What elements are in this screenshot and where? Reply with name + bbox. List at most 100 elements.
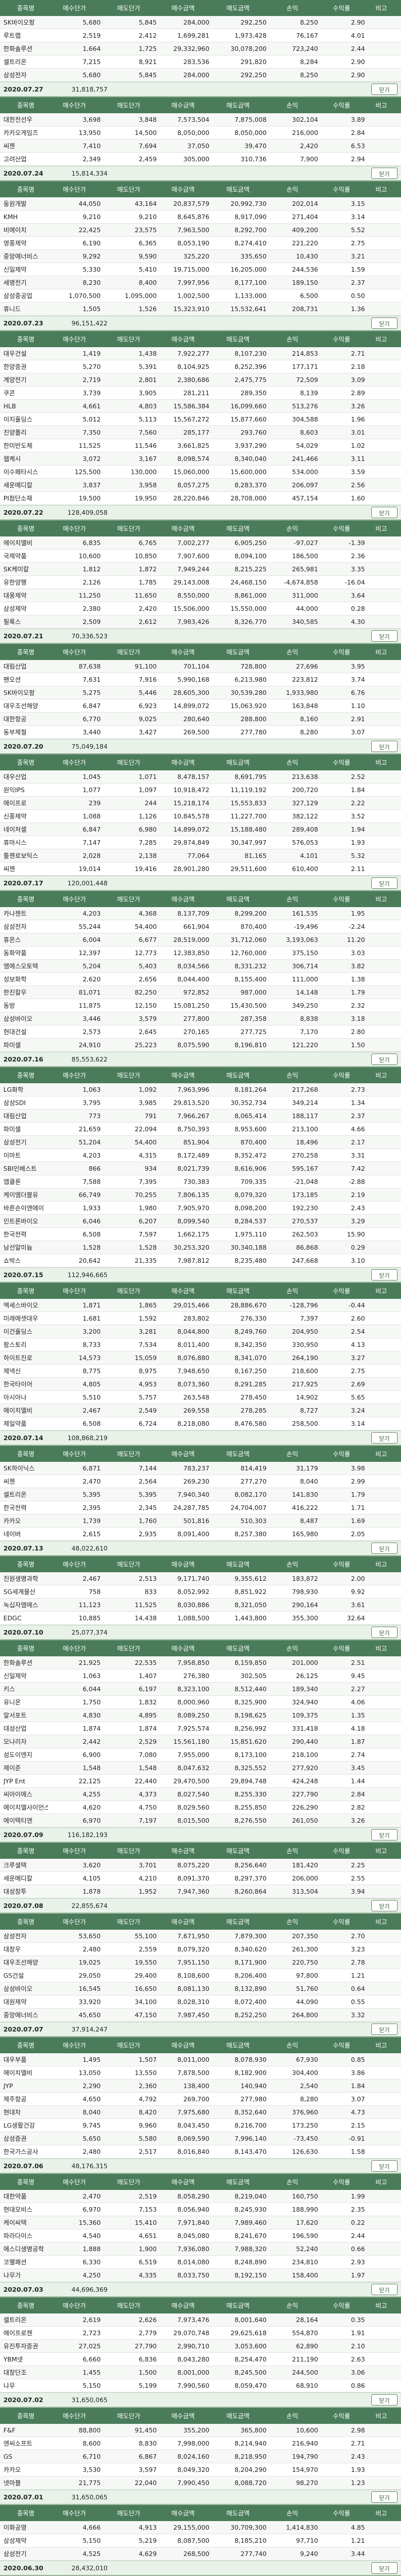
trade-row[interactable]: 고려산업 2,349 2,459 305,000 310,736 7,900 2.94 [0,153,401,166]
trade-row[interactable]: 현대모비스 6,970 7,153 8,056,940 8,245,930 188,990… [0,2203,401,2216]
collapse-button[interactable]: 닫기 [371,2562,398,2574]
trade-row[interactable]: 신풍제약 1,088 1,126 10,845,578 11,227,700 382,12… [0,810,401,823]
collapse-button[interactable]: 닫기 [371,2160,398,2172]
trade-row[interactable]: 쿠콘 3,739 3,905 281,211 289,350 8,139 2.89 [0,387,401,400]
trade-row[interactable]: 녹십자엠에스 11,123 11,525 8,030,886 8,321,050 290,… [0,1599,401,1612]
trade-row[interactable]: 에이치엘비 13,050 13,550 7,878,500 8,182,900 304,4… [0,2066,401,2080]
trade-row[interactable]: 유한양행 2,126 1,785 29,143,008 24,468,150 -4,674… [0,576,401,589]
trade-row[interactable]: EDGC 10,885 14,438 1,088,500 1,443,800 355,30… [0,1612,401,1625]
trade-row[interactable]: 모나리자 2,442 2,529 15,561,180 15,851,620 290,44… [0,1735,401,1748]
collapse-button[interactable]: 닫기 [371,877,398,889]
trade-row[interactable]: 대웅제약 11,250 11,650 8,550,000 8,861,000 311,00… [0,589,401,602]
trade-row[interactable]: 이건홀딩스 3,200 3,281 8,044,800 8,249,760 204,950… [0,1325,401,1338]
trade-row[interactable]: 셀트리온 2,619 2,626 7,973,476 8,001,640 28,164 0.… [0,2313,401,2327]
trade-row[interactable]: 삼성중공업 1,070,500 1,095,000 1,002,500 1,133,00… [0,289,401,303]
trade-row[interactable]: 삼성전자 53,650 55,100 7,671,950 7,879,300 207,35… [0,1930,401,1943]
trade-row[interactable]: 중앙에너비스 9,292 9,590 325,220 335,650 10,430 3.21 [0,250,401,263]
collapse-button[interactable]: 닫기 [371,2024,398,2035]
trade-row[interactable]: JYP Ent 22,125 22,440 29,470,500 29,894,748 4… [0,1775,401,1788]
collapse-button[interactable]: 닫기 [371,1432,398,1444]
trade-row[interactable]: 삼성전자 55,244 54,400 661,904 870,400 -19,496 -2.… [0,920,401,933]
trade-row[interactable]: 대우건설 1,419 1,438 7,922,277 8,107,230 214,853 2… [0,347,401,360]
trade-row[interactable]: HLB 4,661 4,803 15,586,384 16,099,660 513,276… [0,400,401,413]
trade-row[interactable]: 삼성제약 2,380 2,420 15,506,000 15,550,000 44,000… [0,602,401,615]
trade-row[interactable]: 파미셀 21,659 22,094 8,750,393 8,953,600 213,100… [0,1123,401,1136]
collapse-button[interactable]: 닫기 [371,507,398,518]
trade-row[interactable]: 에이텍티앤 6,970 7,197 8,015,500 8,276,550 261,050… [0,1814,401,1827]
trade-row[interactable]: 대우조선해양 6,847 6,923 14,899,072 15,063,920 163,… [0,699,401,713]
trade-row[interactable]: GS건설 29,050 29,400 8,108,600 8,206,400 97,800… [0,1969,401,1982]
trade-row[interactable]: 중앙에너비스 45,650 47,150 7,987,450 8,252,250 264,… [0,2009,401,2022]
trade-row[interactable]: 비에이치 22,425 23,575 7,963,500 8,292,700 409,20… [0,224,401,237]
trade-row[interactable]: 삼성증권 5,650 5,580 8,069,590 7,996,140 -73,450 -… [0,2132,401,2145]
trade-row[interactable]: GS 6,710 6,867 8,024,160 8,218,950 194,790 2.4… [0,2450,401,2463]
trade-row[interactable]: 에이치엘사이언스 4,620 4,750 8,029,560 8,255,850 226,… [0,1801,401,1814]
collapse-button[interactable]: 닫기 [371,2491,398,2503]
trade-row[interactable]: YBM넷 6,660 6,836 8,043,280 8,254,470 211,190 2… [0,2353,401,2366]
trade-row[interactable]: 남선알미늄 1,528 1,528 30,253,320 30,340,188 86,86… [0,1241,401,1254]
trade-row[interactable]: 에이프로 239 244 15,218,174 15,553,833 327,129 2.2… [0,797,401,810]
trade-row[interactable]: 에이치엘비 6,835 6,765 7,002,277 6,905,250 -97,027… [0,536,401,550]
trade-row[interactable]: 크루셜텍 3,620 3,701 8,075,220 8,256,640 181,420 2… [0,1859,401,1872]
trade-row[interactable]: 카카오 1,739 1,760 501,816 510,303 8,487 1.69 [0,1514,401,1528]
trade-row[interactable]: 한화솔루션 1,664 1,725 29,332,960 30,078,200 723,2… [0,42,401,55]
trade-row[interactable]: 유니온 1,750 1,832 8,000,960 8,325,900 324,940 4.… [0,1696,401,1709]
collapse-button[interactable]: 닫기 [371,1543,398,1554]
trade-row[interactable]: LG생활건강 9,745 9,960 8,043,450 8,216,700 173,25… [0,2119,401,2132]
trade-row[interactable]: 동부제철 3,440 3,427 269,500 277,780 8,280 3.07 [0,726,401,739]
trade-row[interactable]: 엔씨소프트 8,600 8,830 7,998,000 8,214,940 216,940… [0,2437,401,2450]
trade-row[interactable]: 대원제약 33,920 34,100 8,028,310 8,072,400 44,090… [0,1995,401,2009]
trade-row[interactable]: 코웰패션 6,330 6,519 8,014,080 8,248,890 234,810 2… [0,2256,401,2269]
trade-row[interactable]: 셀트리온 7,215 8,921 283,536 291,820 8,284 2.90 [0,55,401,69]
trade-row[interactable]: 유진투자증권 27,025 27,790 2,990,710 3,053,600 62,8… [0,2340,401,2353]
trade-row[interactable]: 현대건설 2,573 2,645 270,165 277,725 7,170 2.80 [0,1025,401,1039]
trade-row[interactable]: SG세계물산 758 833 8,052,992 8,851,922 798,930 9.9… [0,1585,401,1599]
trade-row[interactable]: 미래에셋대우 1,681 1,592 283,802 276,330 7,397 2.60 [0,1312,401,1325]
trade-row[interactable]: 에이치엘비 2,467 2,549 269,558 278,285 8,727 3.24 [0,1404,401,1417]
trade-row[interactable]: 삼성전기 51,204 54,400 851,904 870,400 18,496 2.17 [0,1136,401,1149]
trade-row[interactable]: 세운메디칼 4,105 4,210 8,091,370 8,297,370 206,000… [0,1872,401,1885]
trade-row[interactable]: 알서포트 4,830 4,895 8,089,250 8,198,625 109,375 1… [0,1709,401,1722]
collapse-button[interactable]: 닫기 [371,1269,398,1281]
trade-row[interactable]: 한양증권 5,270 5,391 8,104,925 8,252,396 177,171 2… [0,360,401,373]
trade-row[interactable]: 이수페타시스 125,500 130,000 15,060,000 15,600,000… [0,466,401,479]
trade-row[interactable]: 신일제약 5,330 5,410 19,715,000 16,205,000 244,53… [0,263,401,276]
trade-row[interactable]: SK바이오팜 5,680 5,845 284,000 292,250 8,250 2.90 [0,16,401,29]
trade-row[interactable]: 카카오게임즈 13,950 14,500 8,050,000 8,050,000 216,… [0,126,401,140]
collapse-button[interactable]: 닫기 [371,630,398,642]
trade-row[interactable]: 현대차 8,040 8,420 7,975,680 8,352,640 376,960 4.… [0,2106,401,2119]
trade-row[interactable]: 카카오 3,530 3,597 8,049,320 8,204,290 154,970 1.… [0,2463,401,2476]
trade-row[interactable]: JYP 2,290 2,360 138,400 140,940 2,540 1.84 [0,2080,401,2093]
trade-row[interactable]: 계양전기 2,719 2,801 2,380,686 2,475,775 72,509 3.… [0,373,401,387]
trade-row[interactable]: 에이프로젠 2,723 2,779 29,070,748 29,625,618 554,8… [0,2327,401,2340]
trade-row[interactable]: 바른손이앤에이 1,933 1,980 7,905,970 8,098,200 192,2… [0,1202,401,1215]
trade-row[interactable]: 대우산업 1,045 1,071 8,478,157 8,691,795 213,638 2… [0,770,401,784]
trade-row[interactable]: 대한약품 2,470 2,519 8,058,290 8,219,040 160,750 1… [0,2190,401,2203]
trade-row[interactable]: 쇼박스 20,642 21,335 7,987,812 8,235,480 247,668… [0,1254,401,1267]
trade-row[interactable]: 에스디생명공학 1,888 1,900 7,936,080 7,988,320 52,24… [0,2243,401,2256]
trade-row[interactable]: 국제약품 10,600 10,850 7,907,600 8,094,100 186,50… [0,550,401,563]
trade-row[interactable]: 영풍제약 6,190 6,365 8,053,190 8,274,410 221,220 2… [0,237,401,250]
trade-row[interactable]: 삼성바이오 16,545 16,650 8,081,130 8,132,890 51,76… [0,1982,401,1995]
collapse-button[interactable]: 닫기 [371,84,398,95]
trade-row[interactable]: 대한전선우 3,698 3,848 7,573,504 7,875,008 302,104… [0,113,401,126]
trade-row[interactable]: 성보화학 2,620 2,656 8,044,400 8,155,400 111,000 1… [0,973,401,986]
trade-row[interactable]: 네이처셀 6,847 6,980 14,899,072 15,188,480 289,40… [0,823,401,836]
trade-row[interactable]: SBI인베스트 866 934 8,021,739 8,616,906 595,167 7.… [0,1162,401,1175]
trade-row[interactable]: 제일약품 6,508 6,724 8,218,080 8,476,580 258,500 3… [0,1417,401,1430]
trade-row[interactable]: 한진칼우 81,071 82,250 972,852 987,000 14,148 1.79 [0,986,401,999]
trade-row[interactable]: 대림산업 87,638 91,100 701,104 728,800 27,696 3.95 [0,660,401,673]
trade-row[interactable]: 제주항공 4,650 4,792 269,700 277,980 8,280 3.07 [0,2093,401,2106]
trade-row[interactable]: 엑세스바이오 1,871 1,865 29,015,466 28,886,670 -128… [0,1299,401,1312]
trade-row[interactable]: 앱클론 7,588 7,395 730,383 709,335 -21,048 -2.88 [0,1175,401,1188]
trade-row[interactable]: SK하이닉스 6,871 7,144 783,237 814,419 31,179 3.98 [0,1462,401,1475]
collapse-button[interactable]: 닫기 [371,741,398,752]
trade-row[interactable]: SK바이오팜 5,275 5,446 28,605,300 30,539,280 1,93… [0,686,401,699]
collapse-button[interactable]: 닫기 [371,317,398,329]
trade-row[interactable]: 한국가스공사 2,480 2,517 8,016,840 8,143,470 126,63… [0,2145,401,2158]
trade-row[interactable]: 네이버 2,615 2,935 8,091,400 8,257,380 165,980 2.… [0,1528,401,1541]
trade-row[interactable]: 대우부품 1,495 1,507 8,011,000 8,078,930 67,930 0.… [0,2053,401,2066]
trade-row[interactable]: 케이씨텍 15,360 15,410 7,971,840 7,989,460 17,620… [0,2216,401,2229]
trade-row[interactable]: 씨아이에스 4,255 4,373 8,027,540 8,255,330 227,790… [0,1788,401,1801]
trade-row[interactable]: 삼성전자 5,680 5,845 284,000 292,250 8,250 2.90 [0,69,401,82]
